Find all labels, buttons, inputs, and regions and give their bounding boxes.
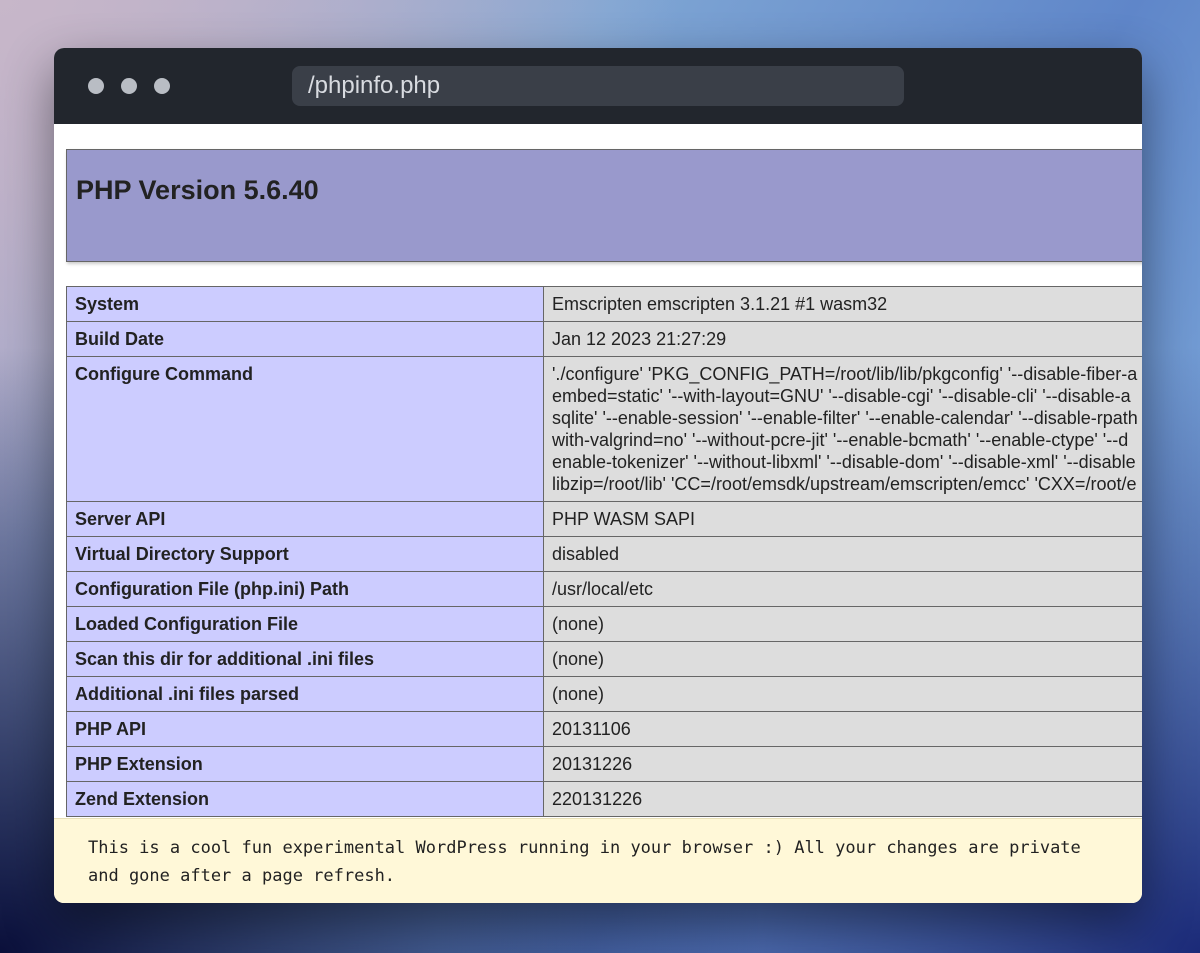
row-value: (none) (543, 641, 1142, 677)
table-row: Virtual Directory Support disabled (66, 536, 1142, 572)
table-row: PHP API 20131106 (66, 711, 1142, 747)
window-close-dot[interactable] (88, 78, 104, 94)
page-title: PHP Version 5.6.40 (76, 175, 319, 205)
table-row: PHP Extension 20131226 (66, 746, 1142, 782)
experimental-notice-banner: This is a cool fun experimental WordPres… (54, 818, 1142, 903)
row-value: PHP WASM SAPI (543, 501, 1142, 537)
row-value: 20131106 (543, 711, 1142, 747)
configure-line: with-valgrind=no' '--without-pcre-jit' '… (552, 430, 1129, 450)
row-value: Jan 12 2023 21:27:29 (543, 321, 1142, 357)
row-label: PHP API (66, 711, 544, 747)
row-value: (none) (543, 606, 1142, 642)
row-value: Emscripten emscripten 3.1.21 #1 wasm32 (543, 286, 1142, 322)
row-label: PHP Extension (66, 746, 544, 782)
configure-command-value: './configure' 'PKG_CONFIG_PATH=/root/lib… (543, 356, 1142, 502)
table-row: Build Date Jan 12 2023 21:27:29 (66, 321, 1142, 357)
row-label: Configuration File (php.ini) Path (66, 571, 544, 607)
row-value: (none) (543, 676, 1142, 712)
row-value: 220131226 (543, 781, 1142, 817)
row-label: Server API (66, 501, 544, 537)
window-minimize-dot[interactable] (121, 78, 137, 94)
row-label: Loaded Configuration File (66, 606, 544, 642)
row-value: /usr/local/etc (543, 571, 1142, 607)
browser-window: /phpinfo.php PHP Version 5.6.40 System E… (54, 48, 1142, 903)
browser-titlebar: /phpinfo.php (54, 48, 1142, 124)
configure-line: './configure' 'PKG_CONFIG_PATH=/root/lib… (552, 364, 1138, 384)
row-value: disabled (543, 536, 1142, 572)
configure-line: embed=static' '--with-layout=GNU' '--dis… (552, 386, 1131, 406)
table-row: Scan this dir for additional .ini files … (66, 641, 1142, 677)
row-label: Additional .ini files parsed (66, 676, 544, 712)
window-maximize-dot[interactable] (154, 78, 170, 94)
row-label: Build Date (66, 321, 544, 357)
row-label: Virtual Directory Support (66, 536, 544, 572)
table-row: Additional .ini files parsed (none) (66, 676, 1142, 712)
table-row: Loaded Configuration File (none) (66, 606, 1142, 642)
table-row: System Emscripten emscripten 3.1.21 #1 w… (66, 286, 1142, 322)
table-row: Configure Command './configure' 'PKG_CON… (66, 356, 1142, 502)
page-content: PHP Version 5.6.40 System Emscripten ems… (54, 124, 1142, 903)
php-info-table: System Emscripten emscripten 3.1.21 #1 w… (66, 286, 1142, 817)
row-label: Configure Command (66, 356, 544, 502)
row-value: 20131226 (543, 746, 1142, 782)
row-label: Zend Extension (66, 781, 544, 817)
configure-line: sqlite' '--enable-session' '--enable-fil… (552, 408, 1138, 428)
table-row: Configuration File (php.ini) Path /usr/l… (66, 571, 1142, 607)
table-row: Zend Extension 220131226 (66, 781, 1142, 817)
configure-line: libzip=/root/lib' 'CC=/root/emsdk/upstre… (552, 474, 1137, 494)
address-bar[interactable]: /phpinfo.php (292, 66, 904, 106)
row-label: Scan this dir for additional .ini files (66, 641, 544, 677)
table-row: Server API PHP WASM SAPI (66, 501, 1142, 537)
row-label: System (66, 286, 544, 322)
configure-line: enable-tokenizer' '--without-libxml' '--… (552, 452, 1136, 472)
php-version-header: PHP Version 5.6.40 (66, 149, 1142, 262)
